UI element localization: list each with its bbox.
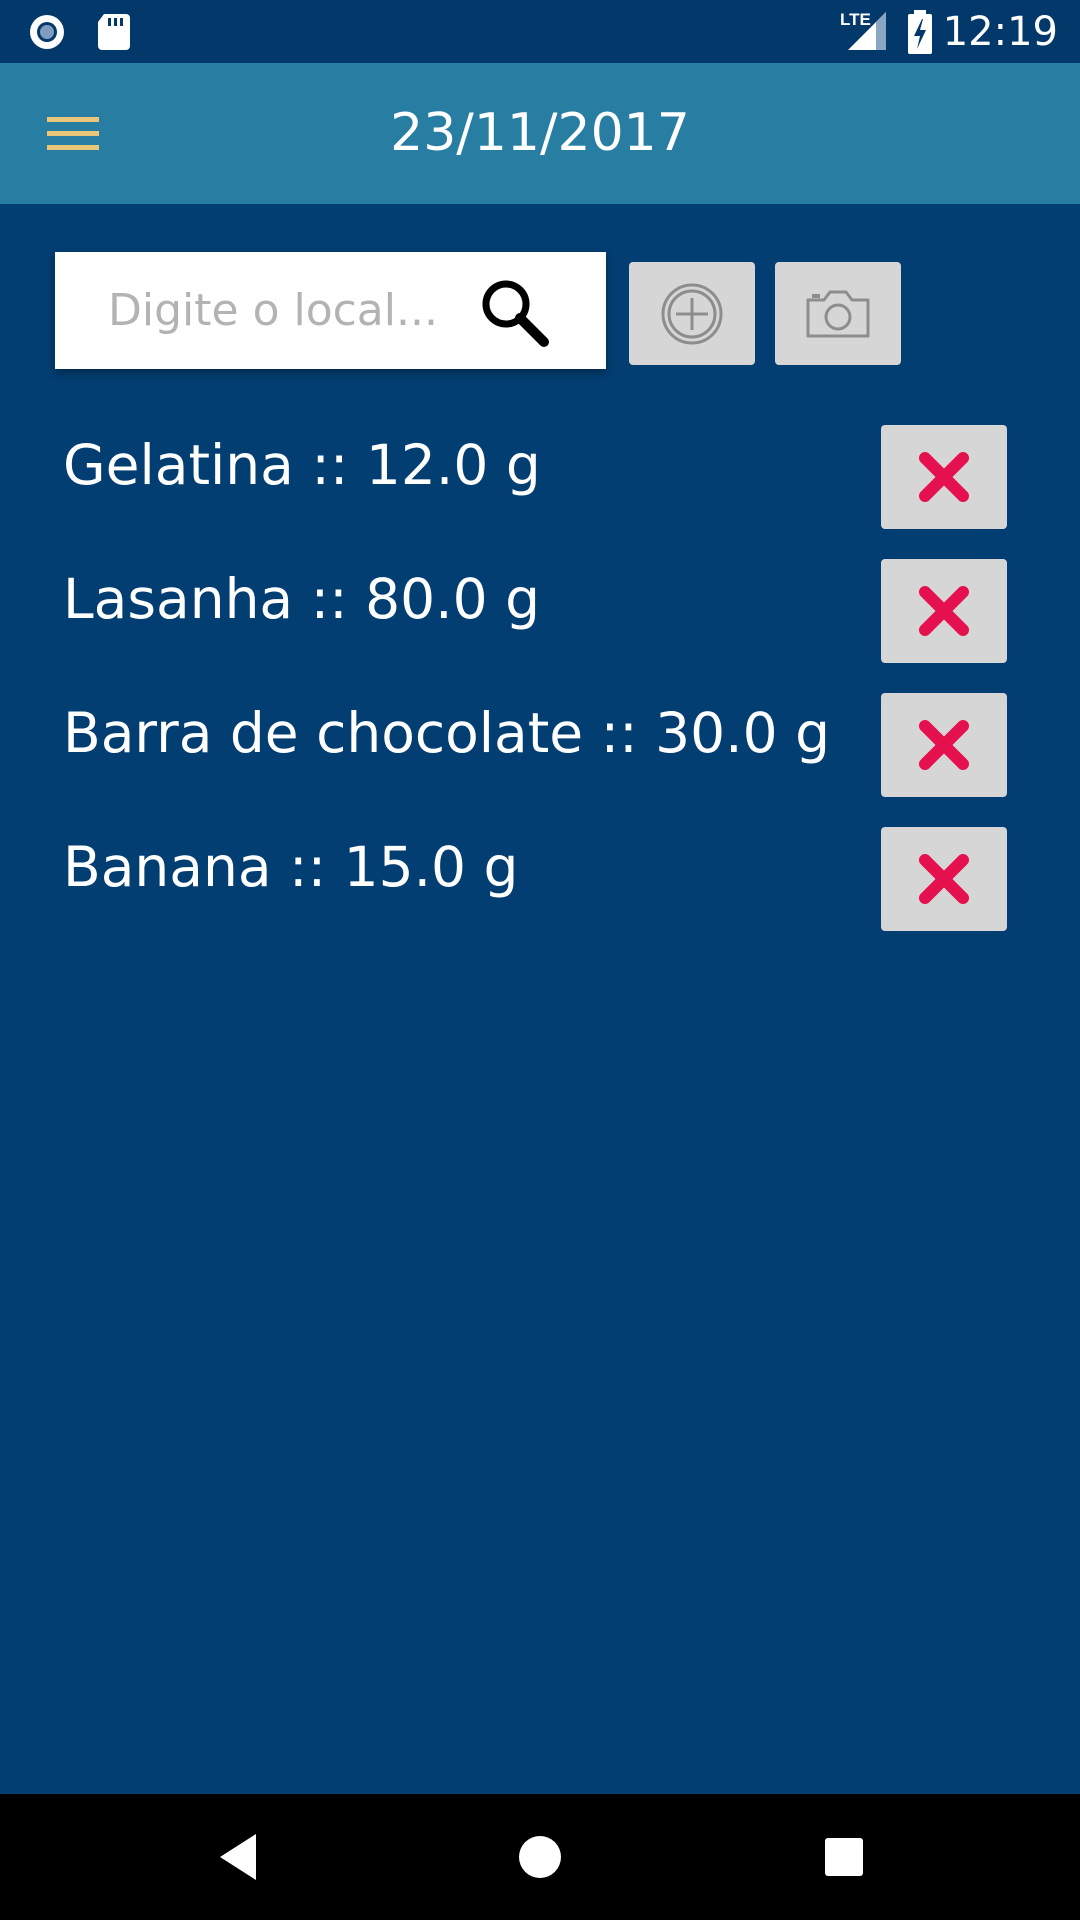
page-title: 23/11/2017 [390, 103, 690, 163]
app-bar: 23/11/2017 [0, 63, 1080, 204]
list-item: Lasanha :: 80.0 g [63, 559, 1063, 663]
status-bar: LTE 12:19 [0, 0, 1080, 63]
status-left-icons [28, 12, 138, 52]
food-label: Gelatina :: 12.0 g [63, 433, 541, 497]
add-circle-icon [661, 283, 723, 344]
delete-button[interactable] [881, 559, 1007, 663]
search-button[interactable] [476, 274, 556, 354]
camera-icon [806, 290, 870, 337]
back-icon [220, 1834, 256, 1880]
hamburger-menu-icon [47, 117, 99, 150]
battery-charging-icon [908, 10, 932, 54]
add-button[interactable] [629, 262, 755, 365]
status-right-icons: LTE 12:19 [838, 0, 1058, 63]
list-item: Barra de chocolate :: 30.0 g [63, 693, 1063, 797]
home-icon [519, 1836, 561, 1878]
back-button[interactable] [206, 1825, 270, 1889]
list-item: Gelatina :: 12.0 g [63, 425, 1063, 529]
food-label: Lasanha :: 80.0 g [63, 567, 541, 631]
delete-x-icon [919, 452, 969, 502]
camera-button[interactable] [775, 262, 901, 365]
navigation-bar [0, 1794, 1080, 1920]
search-box [55, 252, 606, 369]
food-label: Banana :: 15.0 g [63, 835, 519, 899]
status-time: 12:19 [942, 9, 1058, 55]
food-label: Barra de chocolate :: 30.0 g [63, 701, 831, 765]
home-button[interactable] [508, 1825, 572, 1889]
delete-button[interactable] [881, 693, 1007, 797]
search-input[interactable] [108, 252, 488, 369]
menu-button[interactable] [38, 107, 108, 161]
list-item: Banana :: 15.0 g [63, 827, 1063, 931]
network-label: LTE [840, 10, 871, 29]
recents-button[interactable] [812, 1825, 876, 1889]
delete-x-icon [919, 720, 969, 770]
delete-x-icon [919, 586, 969, 636]
recents-icon [825, 1838, 863, 1876]
search-icon [482, 280, 549, 347]
sd-card-icon [98, 14, 130, 50]
delete-button[interactable] [881, 425, 1007, 529]
delete-button[interactable] [881, 827, 1007, 931]
delete-x-icon [919, 854, 969, 904]
